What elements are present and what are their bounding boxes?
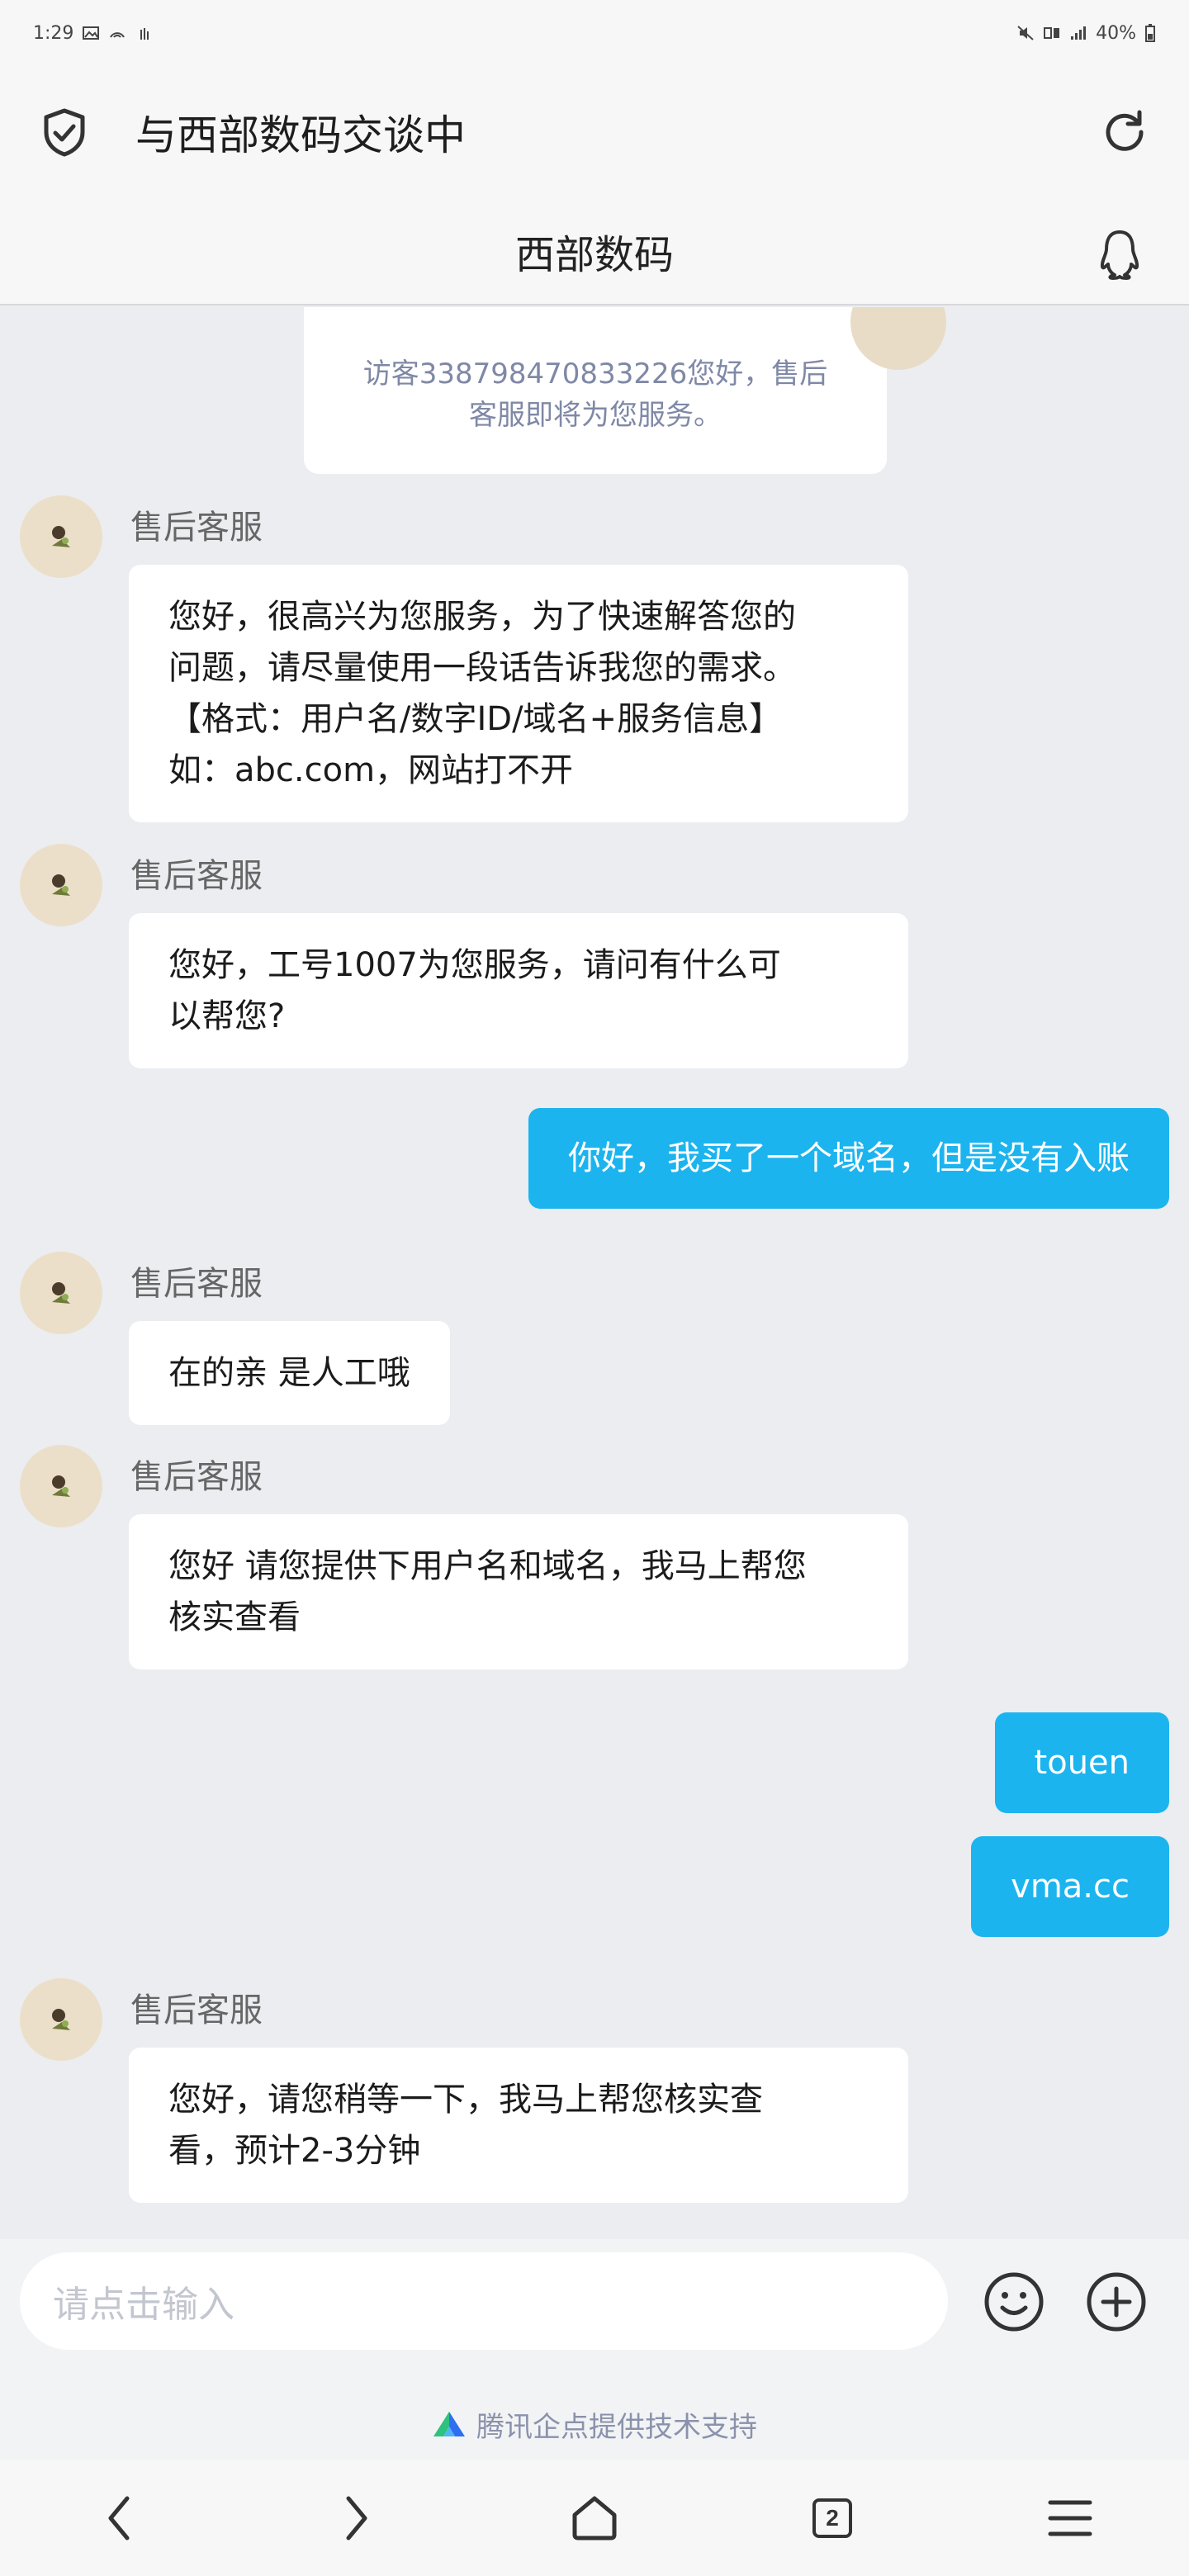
hamburger-menu-icon	[1048, 2500, 1092, 2536]
more-options-button[interactable]	[1085, 2271, 1148, 2333]
avatar-figure-icon	[52, 1282, 70, 1304]
status-time: 1:29	[33, 22, 74, 44]
system-message-line2: 客服即将为您服务。	[469, 399, 722, 432]
tab-count-badge: 2	[812, 2498, 852, 2538]
incoming-message-bubble: 您好，工号1007为您服务，请问有什么可 以帮您?	[129, 913, 908, 1068]
system-welcome-card: 访客338798470833226您好，售后 客服即将为您服务。	[304, 307, 946, 474]
incoming-message-bubble: 您好，很高兴为您服务，为了快速解答您的 问题，请尽量使用一段话告诉我您的需求。 …	[129, 565, 908, 822]
network-icon	[1044, 27, 1060, 39]
agent-avatar	[20, 844, 102, 926]
message-line: 您好，很高兴为您服务，为了快速解答您的	[168, 598, 796, 636]
signal-icon	[1071, 26, 1087, 40]
message-line: 问题，请尽量使用一段话告诉我您的需求。	[168, 649, 796, 687]
outgoing-message-bubble: 你好，我买了一个域名，但是没有入账	[528, 1108, 1169, 1209]
gesture-icon	[140, 28, 149, 40]
incoming-message-bubble: 您好 请您提供下用户名和域名，我马上帮您 核实查看	[129, 1514, 908, 1669]
sender-name: 售后客服	[130, 1991, 263, 2029]
avatar-figure-icon	[52, 2009, 70, 2030]
battery-percent: 40%	[1096, 22, 1136, 44]
qq-button[interactable]	[1088, 223, 1151, 286]
avatar-figure-icon	[52, 874, 70, 896]
powered-by-text: 腾讯企点提供技术支持	[476, 2410, 757, 2444]
hotspot-icon	[110, 32, 126, 38]
agent-avatar	[20, 1978, 102, 2061]
shield-check-icon	[44, 108, 85, 157]
message-line: 在的亲 是人工哦	[168, 1354, 410, 1392]
sender-name: 售后客服	[130, 857, 263, 895]
browser-page-title: 与西部数码交谈中	[135, 111, 466, 159]
smiley-icon	[984, 2272, 1044, 2332]
emoji-button[interactable]	[983, 2271, 1045, 2333]
incoming-message-bubble: 在的亲 是人工哦	[129, 1321, 450, 1425]
message-line: 以帮您?	[168, 997, 286, 1035]
sender-name: 售后客服	[130, 1458, 263, 1496]
tabs-button[interactable]: 2	[791, 2477, 874, 2559]
system-message-line1: 访客338798470833226您好，售后	[362, 358, 828, 391]
sender-name: 售后客服	[130, 509, 263, 547]
incoming-message-bubble: 您好，请您稍等一下，我马上帮您核实查 看，预计2-3分钟	[129, 2048, 908, 2203]
home-button[interactable]	[553, 2477, 636, 2559]
status-bar: 1:29 40%	[0, 0, 1189, 66]
forward-button[interactable]	[315, 2477, 398, 2559]
qq-penguin-icon	[1100, 230, 1139, 280]
agent-avatar	[20, 1445, 102, 1527]
chat-messages-area[interactable]: 访客338798470833226您好，售后 客服即将为您服务。 售后客服 您好…	[0, 307, 1189, 2239]
plus-circle-icon	[1087, 2272, 1146, 2332]
message-line: 【格式：用户名/数字ID/域名+服务信息】	[168, 700, 783, 738]
mute-icon	[1017, 26, 1034, 40]
refresh-button[interactable]	[1093, 101, 1156, 163]
chat-title: 西部数码	[514, 232, 674, 278]
refresh-icon	[1106, 110, 1144, 151]
message-line: 您好，请您稍等一下，我马上帮您核实查	[168, 2081, 763, 2119]
home-icon	[572, 2496, 617, 2540]
outgoing-message-bubble: touen	[994, 1712, 1169, 1813]
avatar-figure-icon	[52, 526, 70, 547]
chevron-right-icon	[346, 2496, 367, 2540]
outgoing-message-bubble: vma.cc	[971, 1836, 1169, 1937]
battery-icon	[1145, 24, 1155, 42]
back-button[interactable]	[78, 2477, 160, 2559]
message-line: 如：abc.com，网站打不开	[168, 751, 574, 789]
message-input-bar: 请点击输入	[0, 2239, 1189, 2363]
agent-avatar	[20, 1252, 102, 1334]
message-line: 您好 请您提供下用户名和域名，我马上帮您	[168, 1547, 807, 1585]
menu-button[interactable]	[1029, 2477, 1111, 2559]
browser-nav-bar: 2	[0, 2460, 1189, 2576]
browser-header: 与西部数码交谈中	[0, 66, 1189, 198]
sender-name: 售后客服	[130, 1265, 263, 1303]
message-input[interactable]: 请点击输入	[20, 2252, 948, 2350]
agent-avatar	[20, 495, 102, 578]
chat-header: 西部数码	[0, 198, 1189, 305]
gallery-icon	[83, 26, 100, 40]
avatar-figure-icon	[52, 1475, 70, 1497]
message-line: 您好，工号1007为您服务，请问有什么可	[168, 946, 781, 984]
chevron-left-icon	[108, 2496, 130, 2540]
message-line: 看，预计2-3分钟	[168, 2132, 421, 2170]
tencent-qidian-logo-icon	[433, 2412, 465, 2436]
security-shield-button[interactable]	[33, 101, 96, 163]
message-line: 核实查看	[168, 1598, 301, 1636]
